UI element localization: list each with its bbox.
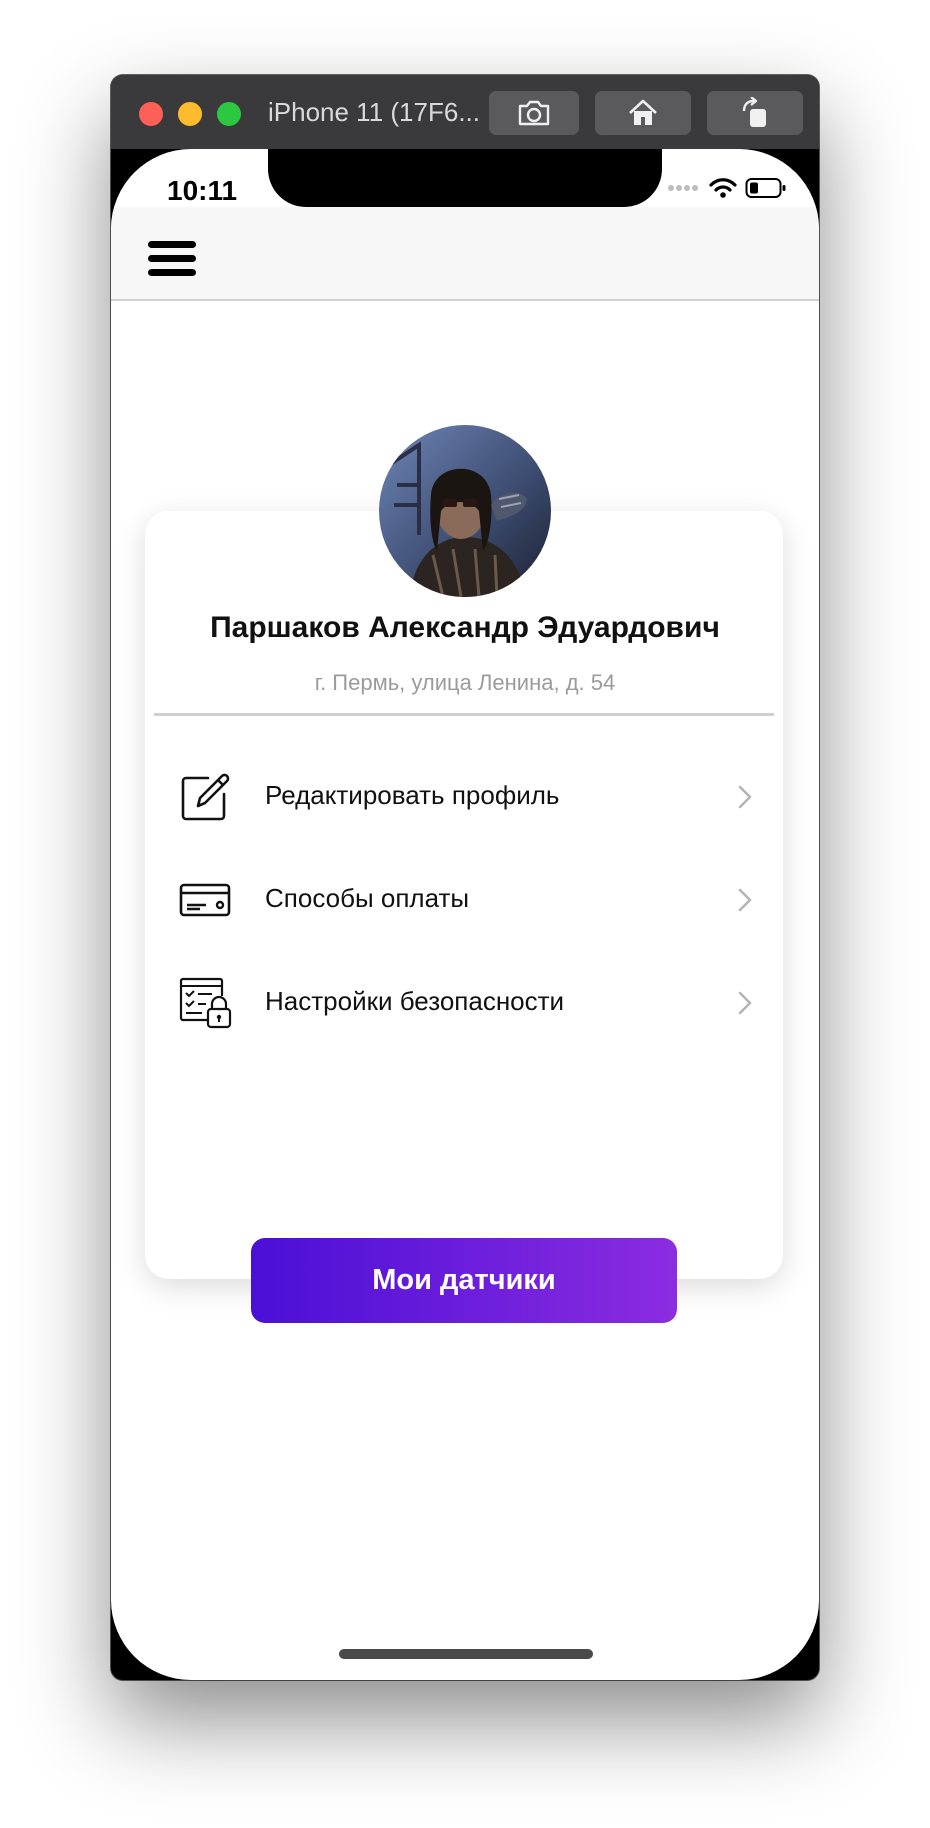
window-titlebar: iPhone 11 (17F6... — [111, 75, 819, 149]
menu-line — [148, 255, 196, 262]
minimize-window-button[interactable] — [178, 102, 202, 126]
menu-item-payment-methods[interactable]: Способы оплаты — [145, 849, 783, 952]
security-settings-icon — [179, 977, 232, 1029]
menu-item-edit-profile[interactable]: Редактировать профиль — [145, 746, 783, 849]
menu-line — [148, 269, 196, 276]
my-sensors-button[interactable]: Мои датчики — [251, 1238, 677, 1323]
chevron-right-icon — [738, 888, 752, 912]
navigation-bar — [111, 207, 819, 301]
device-notch — [268, 149, 662, 207]
rotate-button[interactable] — [707, 91, 803, 135]
wifi-icon — [709, 178, 737, 198]
home-indicator[interactable] — [339, 1649, 593, 1659]
profile-name: Паршаков Александр Эдуардович — [210, 611, 720, 644]
zoom-window-button[interactable] — [217, 102, 241, 126]
menu-item-label: Редактировать профиль — [265, 780, 560, 810]
profile-address: г. Пермь, улица Ленина, д. 54 — [314, 670, 616, 695]
stage: iPhone 11 (17F6... 10:11 Паршаков Алекса… — [0, 0, 930, 1828]
status-icons — [667, 177, 787, 199]
signal-icon — [668, 185, 698, 191]
home-icon — [629, 99, 657, 125]
chevron-right-icon — [738, 991, 752, 1015]
profile-divider — [154, 713, 774, 716]
home-button[interactable] — [595, 91, 691, 135]
hamburger-menu-icon[interactable] — [148, 241, 198, 281]
phone-screen: 10:11 Паршаков Александр Эдуардович г. П… — [111, 149, 819, 1680]
menu-item-label: Настройки безопасности — [265, 986, 565, 1016]
battery-icon — [745, 178, 786, 198]
rotate-icon — [742, 97, 766, 127]
chevron-right-icon — [738, 785, 752, 809]
edit-icon — [181, 773, 230, 821]
menu-line — [148, 241, 196, 248]
credit-card-icon — [179, 883, 231, 917]
close-window-button[interactable] — [139, 102, 163, 126]
camera-icon — [518, 100, 550, 126]
profile-menu: Редактировать профиль Способы оплаты Нас… — [145, 746, 783, 1055]
menu-item-security-settings[interactable]: Настройки безопасности — [145, 952, 783, 1055]
simulator-window: iPhone 11 (17F6... 10:11 Паршаков Алекса… — [111, 75, 819, 1680]
status-time: 10:11 — [167, 175, 238, 206]
screenshot-button[interactable] — [489, 91, 579, 135]
menu-item-label: Способы оплаты — [265, 883, 470, 913]
window-title: iPhone 11 (17F6... — [268, 97, 480, 127]
avatar-image — [379, 425, 551, 597]
avatar[interactable] — [379, 425, 551, 597]
